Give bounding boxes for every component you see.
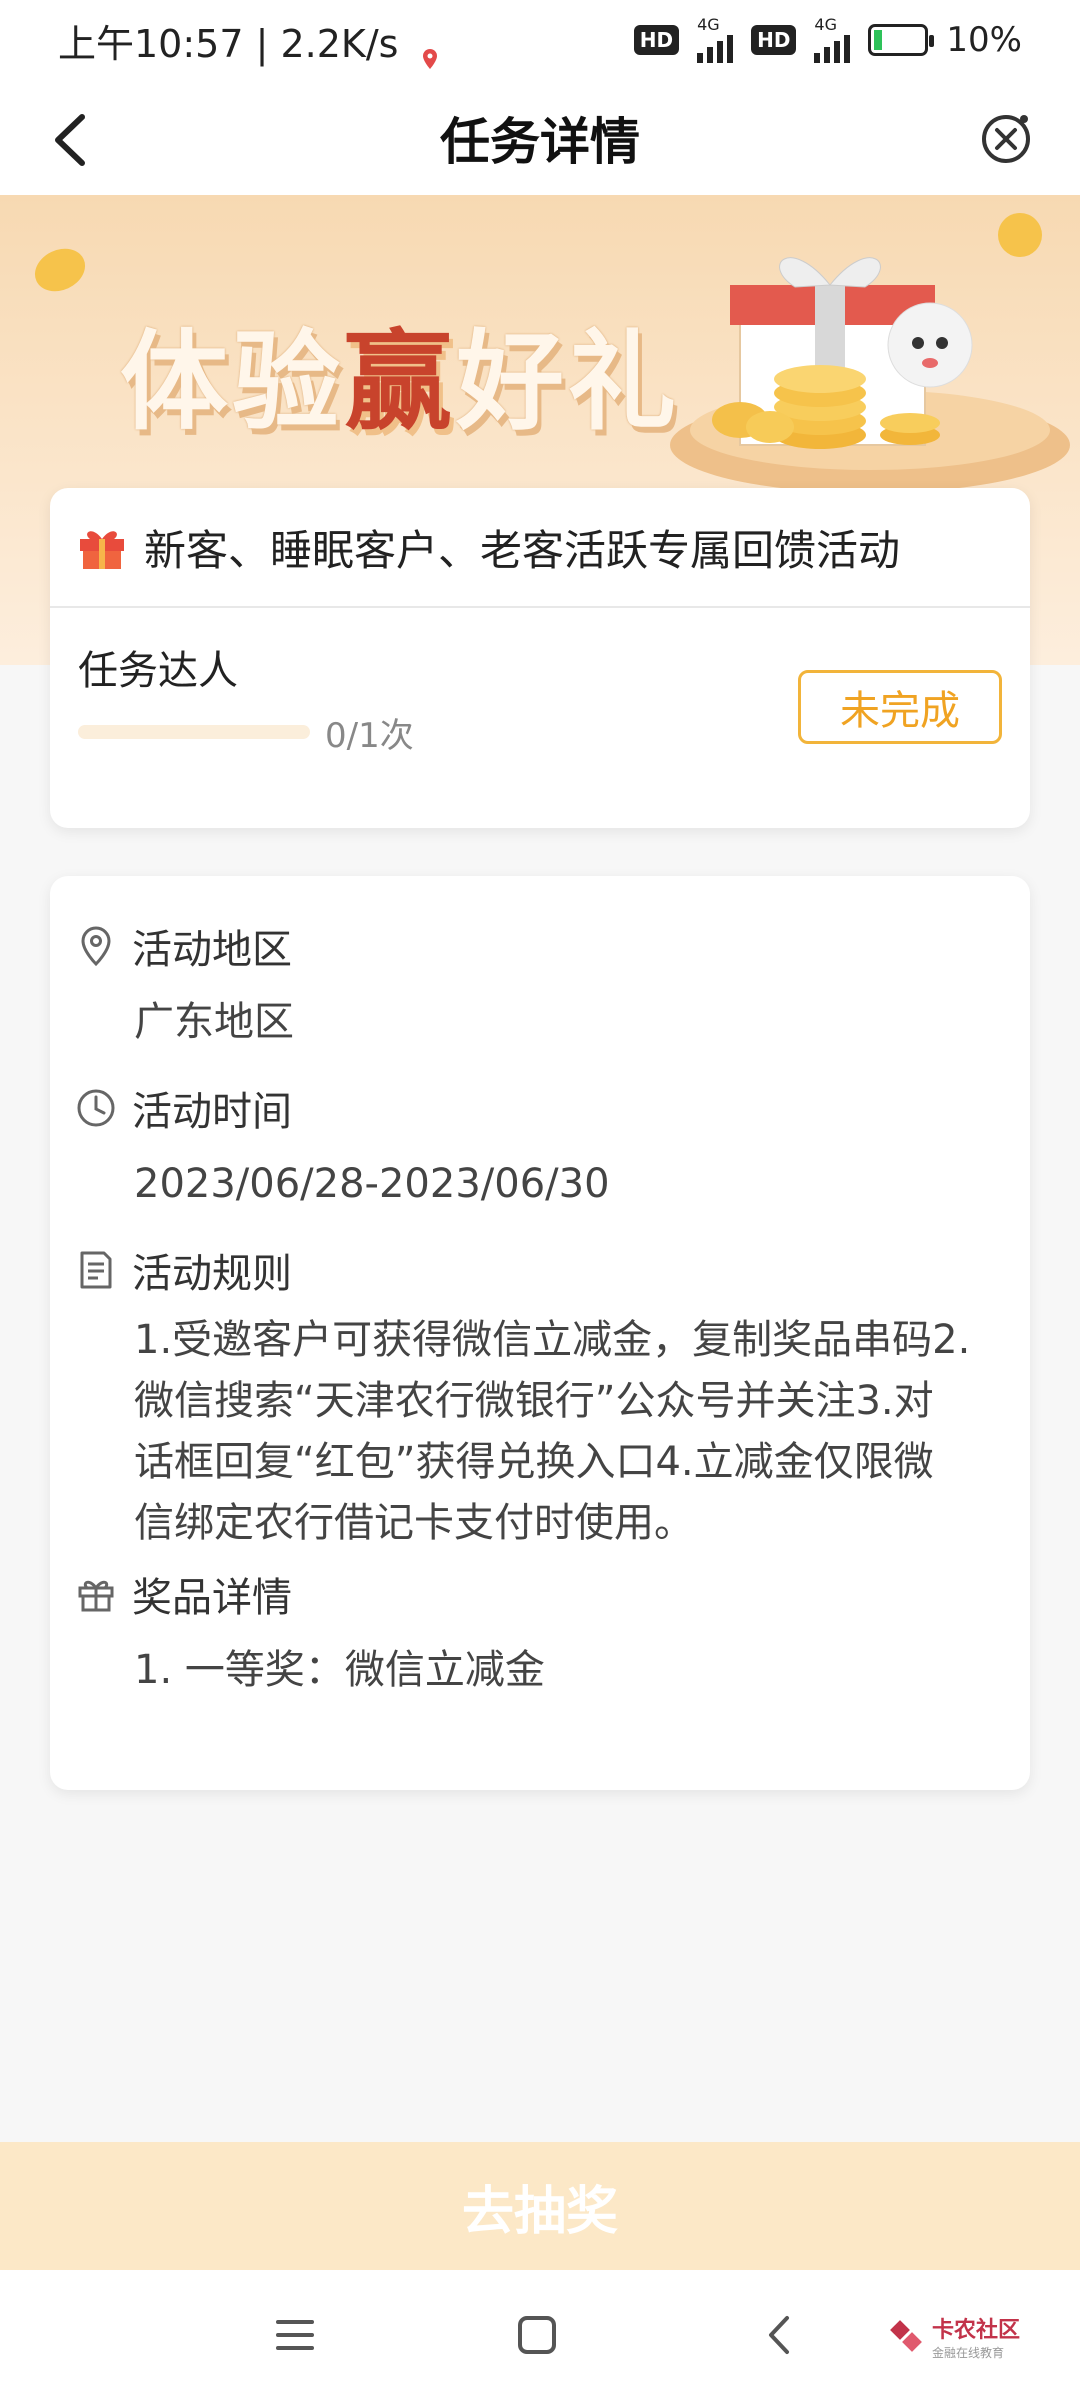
nav-bar: 任务详情 <box>0 80 1080 195</box>
rules-label: 活动规则 <box>132 1251 292 1297</box>
coin-icon <box>34 248 86 292</box>
watermark: 卡农社区 金融在线教育 <box>890 2312 1020 2361</box>
activity-title: 新客、睡眠客户、老客活跃专属回馈活动 <box>144 525 901 575</box>
battery-level: 10% <box>946 20 1022 60</box>
menu-icon[interactable] <box>270 2310 320 2360</box>
clock-icon <box>77 1089 115 1127</box>
brand-logo-icon <box>890 2319 922 2352</box>
close-button[interactable] <box>972 105 1040 173</box>
banner-slogan: 体验赢好礼 <box>120 320 681 445</box>
time-section: 活动时间 2023/06/28-2023/06/30 <box>74 1068 1006 1224</box>
back-button[interactable] <box>40 105 110 175</box>
status-left: 上午10:57 | 2.2K/s <box>58 13 439 69</box>
home-icon[interactable] <box>512 2310 562 2360</box>
location-icon <box>421 35 439 69</box>
page-title: 任务详情 <box>440 112 640 171</box>
prize-label: 奖品详情 <box>132 1575 292 1621</box>
signal-icon: 4G <box>697 17 734 63</box>
network-speed: 2.2K/s <box>280 21 399 66</box>
task-progress-text: 0/1次 <box>325 716 414 756</box>
watermark-tagline: 金融在线教育 <box>931 2346 1004 2360</box>
time-label: 活动时间 <box>132 1089 292 1135</box>
rules-section: 活动规则 1.受邀客户可获得微信立减金，复制奖品串码2. 微信搜索“天津农行微银… <box>74 1230 1006 1554</box>
prize-value: 1. 一等奖：微信立减金 <box>134 1647 545 1693</box>
region-value: 广东地区 <box>134 999 294 1045</box>
region-label: 活动地区 <box>132 927 292 973</box>
region-section: 活动地区 广东地区 <box>74 906 1006 1062</box>
draw-button-label: 去抽奖 <box>461 2181 618 2242</box>
back-nav-icon[interactable] <box>755 2310 805 2360</box>
gift-box-icon <box>78 1580 114 1612</box>
task-name: 任务达人 <box>78 648 238 694</box>
task-progress-bar <box>78 725 310 739</box>
status-time: 上午10:57 <box>58 21 244 66</box>
signal-icon-2: 4G <box>814 17 851 63</box>
task-status-button[interactable]: 未完成 <box>798 670 1002 744</box>
status-right: HD 4G HD 4G 10% <box>633 17 1022 63</box>
close-circle-icon <box>982 115 1030 163</box>
document-icon <box>80 1251 112 1289</box>
task-card: 新客、睡眠客户、老客活跃专属回馈活动 任务达人 0/1次 未完成 <box>50 488 1030 828</box>
draw-button[interactable]: 去抽奖 <box>0 2142 1080 2270</box>
prize-section: 奖品详情 1. 一等奖：微信立减金 <box>74 1554 1006 1700</box>
task-card-header: 新客、睡眠客户、老客活跃专属回馈活动 <box>50 488 1030 608</box>
hd-badge-2: HD <box>751 25 797 55</box>
battery-icon <box>868 24 935 56</box>
activity-info-card: 活动地区 广东地区 活动时间 2023/06/28-2023/06/30 活动规… <box>50 876 1030 1790</box>
chevron-left-icon <box>55 114 85 166</box>
hd-badge: HD <box>633 25 680 55</box>
gift-icon <box>80 531 124 569</box>
status-bar: 上午10:57 | 2.2K/s HD 4G HD 4G 10% <box>0 0 1080 80</box>
rules-text: 1.受邀客户可获得微信立减金，复制奖品串码2. 微信搜索“天津农行微银行”公众号… <box>134 1317 971 1546</box>
location-pin-icon <box>81 926 111 967</box>
watermark-brand: 卡农社区 <box>931 2318 1020 2343</box>
time-value: 2023/06/28-2023/06/30 <box>134 1161 610 1207</box>
